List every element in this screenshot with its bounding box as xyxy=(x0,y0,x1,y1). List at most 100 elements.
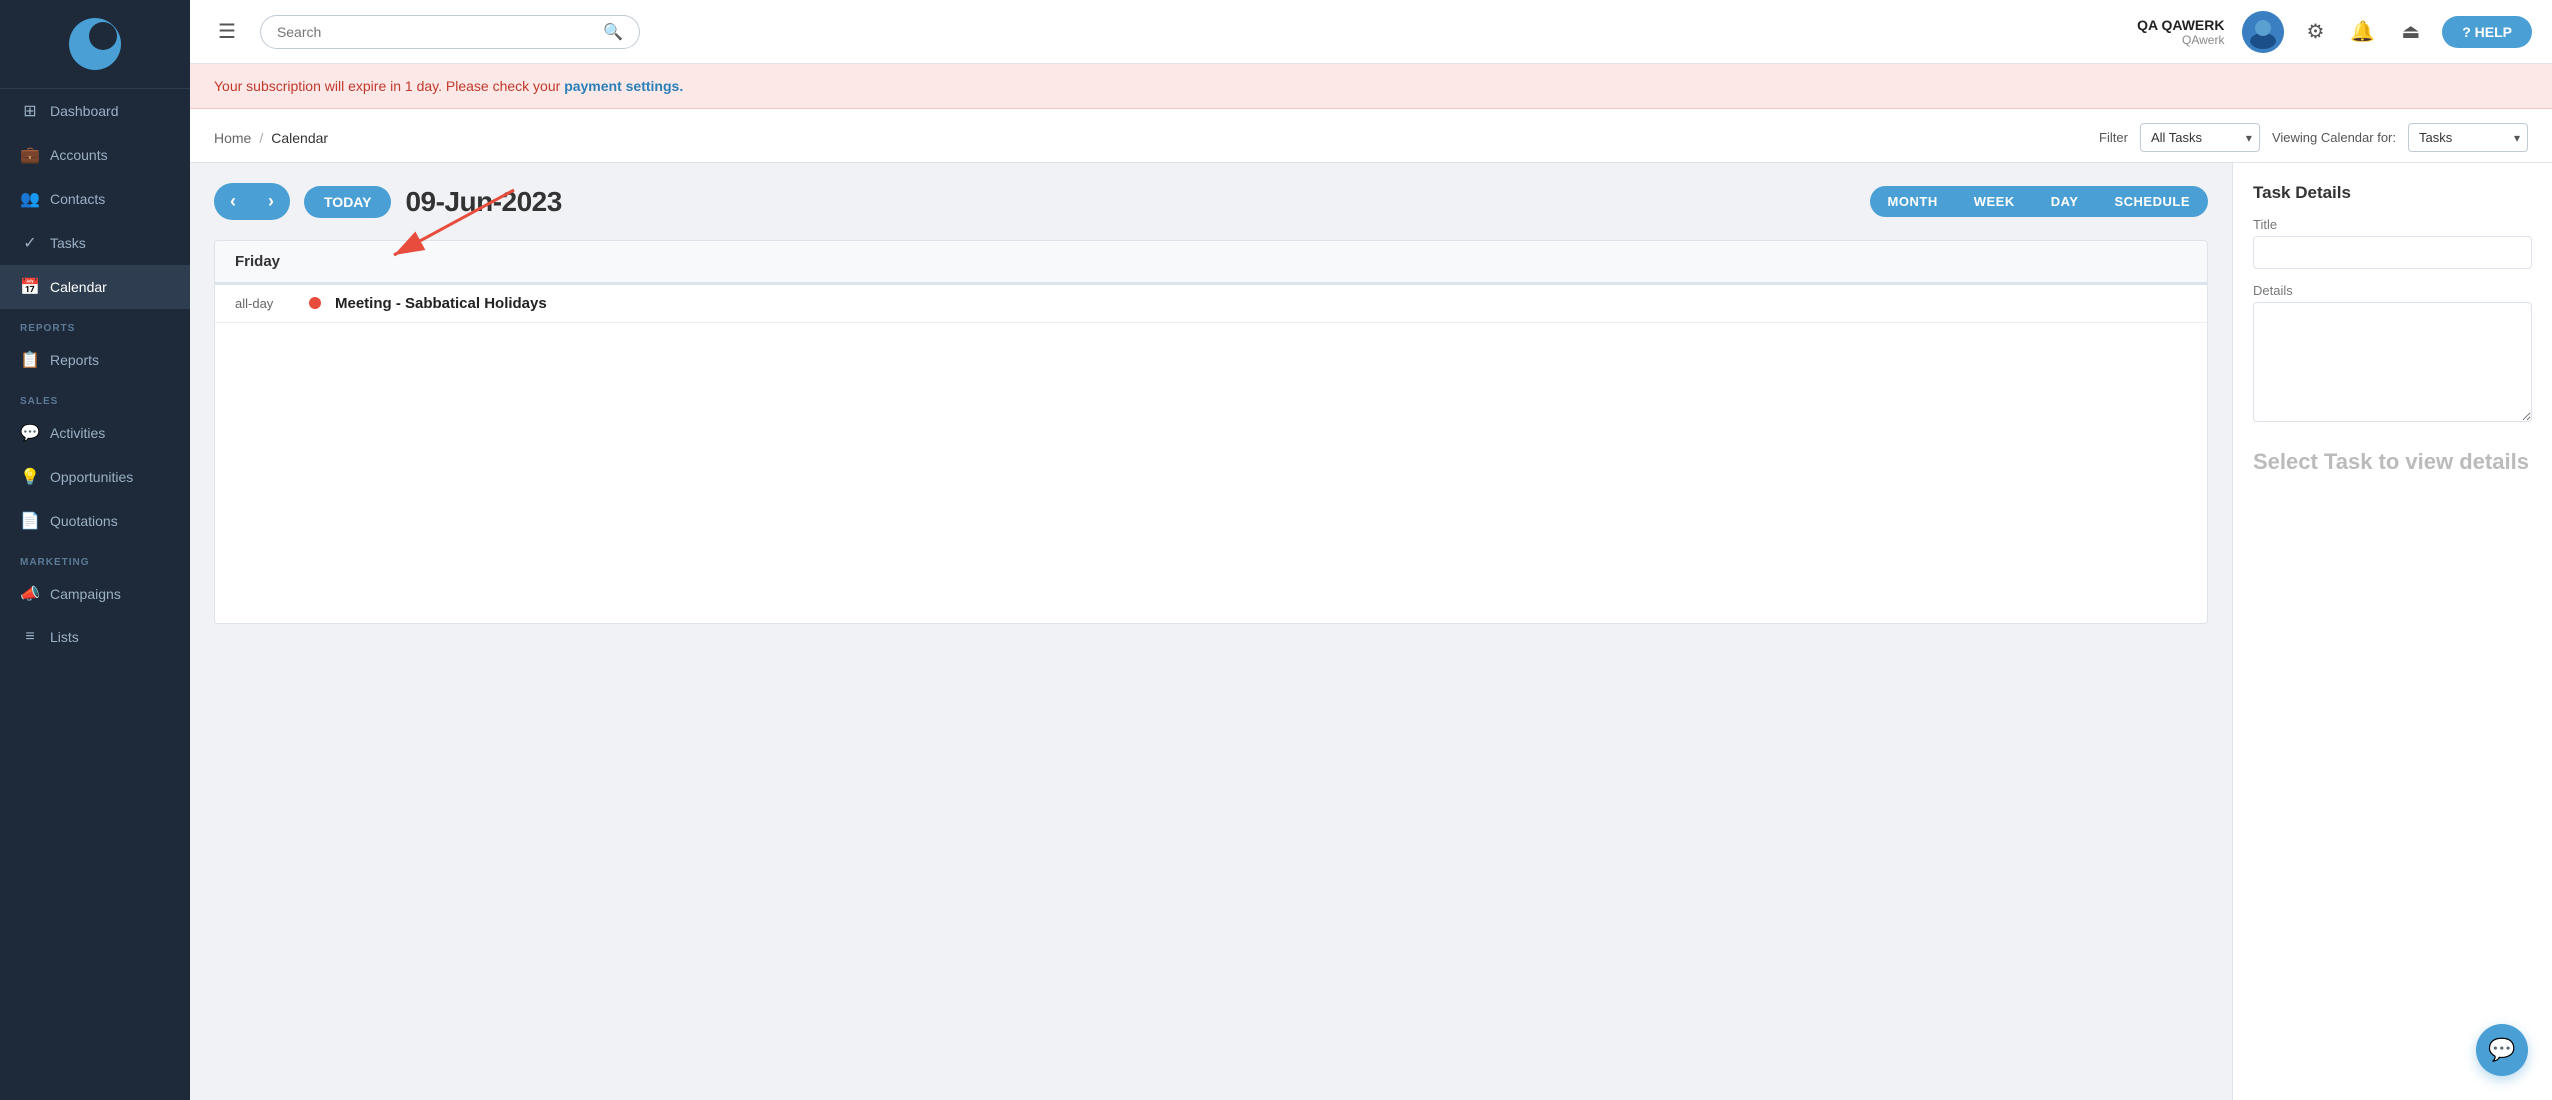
today-button[interactable]: TODAY xyxy=(304,186,391,218)
schedule-day-header: Friday xyxy=(215,241,2207,283)
search-box: 🔍 xyxy=(260,15,640,49)
task-details-textarea[interactable] xyxy=(2253,302,2532,422)
view-schedule-button[interactable]: SCHEDULE xyxy=(2096,186,2208,217)
search-input[interactable] xyxy=(277,24,595,40)
sidebar-item-label: Calendar xyxy=(50,279,107,295)
logout-icon: ⏏ xyxy=(2401,21,2420,43)
calendar-nav: ‹ › TODAY 09-Jun-2023 MONTH WEEK DAY SCH… xyxy=(214,183,2208,220)
dashboard-icon: ⊞ xyxy=(20,101,40,121)
breadcrumb-current: Calendar xyxy=(271,130,328,146)
schedule-empty-area xyxy=(215,323,2207,623)
contacts-icon: 👥 xyxy=(20,189,40,209)
opportunities-icon: 💡 xyxy=(20,467,40,487)
sidebar-item-campaigns[interactable]: 📣 Campaigns xyxy=(0,572,190,616)
prev-button[interactable]: ‹ xyxy=(214,183,252,220)
header-right: QA QAWERK QAwerk ⚙ 🔔 ⏏ ? HELP xyxy=(2137,11,2532,53)
filter-select[interactable]: All Tasks My Tasks Team Tasks xyxy=(2140,123,2260,152)
gear-icon: ⚙ xyxy=(2306,21,2324,43)
sidebar-item-activities[interactable]: 💬 Activities xyxy=(0,411,190,455)
calendar-section: ‹ › TODAY 09-Jun-2023 MONTH WEEK DAY SCH… xyxy=(190,163,2232,1100)
sidebar-item-calendar[interactable]: 📅 Calendar xyxy=(0,265,190,309)
sidebar-item-label: Lists xyxy=(50,629,79,645)
alert-banner: Your subscription will expire in 1 day. … xyxy=(190,64,2552,109)
sidebar-item-label: Quotations xyxy=(50,513,118,529)
calendar-date-title: 09-Jun-2023 xyxy=(405,186,561,218)
lists-icon: ≡ xyxy=(20,628,40,646)
calendar-icon: 📅 xyxy=(20,277,40,297)
task-details-panel: Task Details Title Details Select Task t… xyxy=(2232,163,2552,1100)
sidebar-item-tasks[interactable]: ✓ Tasks xyxy=(0,221,190,265)
next-button[interactable]: › xyxy=(252,183,290,220)
tasks-icon: ✓ xyxy=(20,233,40,253)
breadcrumb-home[interactable]: Home xyxy=(214,130,251,146)
event-title: Meeting - Sabbatical Holidays xyxy=(335,295,547,312)
page-body: Home / Calendar Filter All Tasks My Task… xyxy=(190,109,2552,1100)
alert-link[interactable]: payment settings. xyxy=(564,78,683,94)
chat-bubble-button[interactable]: 💬 xyxy=(2476,1024,2528,1076)
activities-icon: 💬 xyxy=(20,423,40,443)
section-label-sales: SALES xyxy=(0,382,190,411)
sidebar-item-dashboard[interactable]: ⊞ Dashboard xyxy=(0,89,190,133)
nav-arrows: ‹ › xyxy=(214,183,290,220)
sidebar-item-quotations[interactable]: 📄 Quotations xyxy=(0,499,190,543)
sidebar-item-accounts[interactable]: 💼 Accounts xyxy=(0,133,190,177)
calendar-and-details: ‹ › TODAY 09-Jun-2023 MONTH WEEK DAY SCH… xyxy=(190,163,2552,1100)
sidebar-item-opportunities[interactable]: 💡 Opportunities xyxy=(0,455,190,499)
page-filters: Filter All Tasks My Tasks Team Tasks Vie… xyxy=(2099,123,2528,152)
user-subtitle: QAwerk xyxy=(2137,33,2224,47)
filter-select-wrapper: All Tasks My Tasks Team Tasks xyxy=(2140,123,2260,152)
breadcrumb-separator: / xyxy=(259,130,263,146)
search-icon: 🔍 xyxy=(603,22,623,42)
reports-icon: 📋 xyxy=(20,350,40,370)
schedule-row-allday[interactable]: all-day Meeting - Sabbatical Holidays xyxy=(215,285,2207,323)
view-month-button[interactable]: MONTH xyxy=(1870,186,1956,217)
help-button[interactable]: ? HELP xyxy=(2442,16,2532,48)
filter-label: Filter xyxy=(2099,130,2128,145)
logout-button[interactable]: ⏏ xyxy=(2397,15,2424,48)
campaigns-icon: 📣 xyxy=(20,584,40,604)
schedule-table: Friday all-day Meeting - Sabbatical Holi… xyxy=(214,240,2208,624)
accounts-icon: 💼 xyxy=(20,145,40,165)
hamburger-button[interactable]: ☰ xyxy=(210,15,244,48)
main-container: ☰ 🔍 QA QAWERK QAwerk ⚙ 🔔 xyxy=(190,0,2552,1100)
header: ☰ 🔍 QA QAWERK QAwerk ⚙ 🔔 xyxy=(190,0,2552,64)
sidebar-item-reports[interactable]: 📋 Reports xyxy=(0,338,190,382)
view-week-button[interactable]: WEEK xyxy=(1956,186,2033,217)
section-label-reports: REPORTS xyxy=(0,309,190,338)
avatar xyxy=(2242,11,2284,53)
alert-text: Your subscription will expire in 1 day. … xyxy=(214,78,560,94)
time-label: all-day xyxy=(235,296,295,311)
user-info: QA QAWERK QAwerk xyxy=(2137,17,2224,47)
sidebar-logo xyxy=(0,0,190,89)
select-task-message: Select Task to view details xyxy=(2253,449,2532,475)
chat-icon: 💬 xyxy=(2488,1037,2515,1063)
schedule-container: Friday all-day Meeting - Sabbatical Holi… xyxy=(214,240,2208,624)
task-title-input[interactable] xyxy=(2253,236,2532,269)
task-details-label: Details xyxy=(2253,283,2532,298)
view-day-button[interactable]: DAY xyxy=(2033,186,2097,217)
viewing-label: Viewing Calendar for: xyxy=(2272,130,2396,145)
sidebar-item-label: Activities xyxy=(50,425,105,441)
bell-icon: 🔔 xyxy=(2350,21,2375,43)
task-details-title: Task Details xyxy=(2253,183,2532,203)
content-area: Your subscription will expire in 1 day. … xyxy=(190,64,2552,1100)
sidebar-item-label: Campaigns xyxy=(50,586,121,602)
quotations-icon: 📄 xyxy=(20,511,40,531)
breadcrumb: Home / Calendar xyxy=(214,130,328,146)
app-logo-icon xyxy=(69,18,121,70)
sidebar-item-label: Contacts xyxy=(50,191,105,207)
notifications-button[interactable]: 🔔 xyxy=(2346,15,2379,48)
task-title-label: Title xyxy=(2253,217,2532,232)
viewing-select[interactable]: Tasks Meetings Events xyxy=(2408,123,2528,152)
sidebar-item-label: Reports xyxy=(50,352,99,368)
sidebar-item-label: Dashboard xyxy=(50,103,119,119)
sidebar-item-label: Accounts xyxy=(50,147,108,163)
task-title-field: Title xyxy=(2253,217,2532,269)
viewing-select-wrapper: Tasks Meetings Events xyxy=(2408,123,2528,152)
sidebar-item-contacts[interactable]: 👥 Contacts xyxy=(0,177,190,221)
sidebar-item-label: Opportunities xyxy=(50,469,133,485)
sidebar-item-lists[interactable]: ≡ Lists xyxy=(0,616,190,658)
settings-button[interactable]: ⚙ xyxy=(2302,15,2328,48)
section-label-marketing: MARKETING xyxy=(0,543,190,572)
sidebar: ⊞ Dashboard 💼 Accounts 👥 Contacts ✓ Task… xyxy=(0,0,190,1100)
